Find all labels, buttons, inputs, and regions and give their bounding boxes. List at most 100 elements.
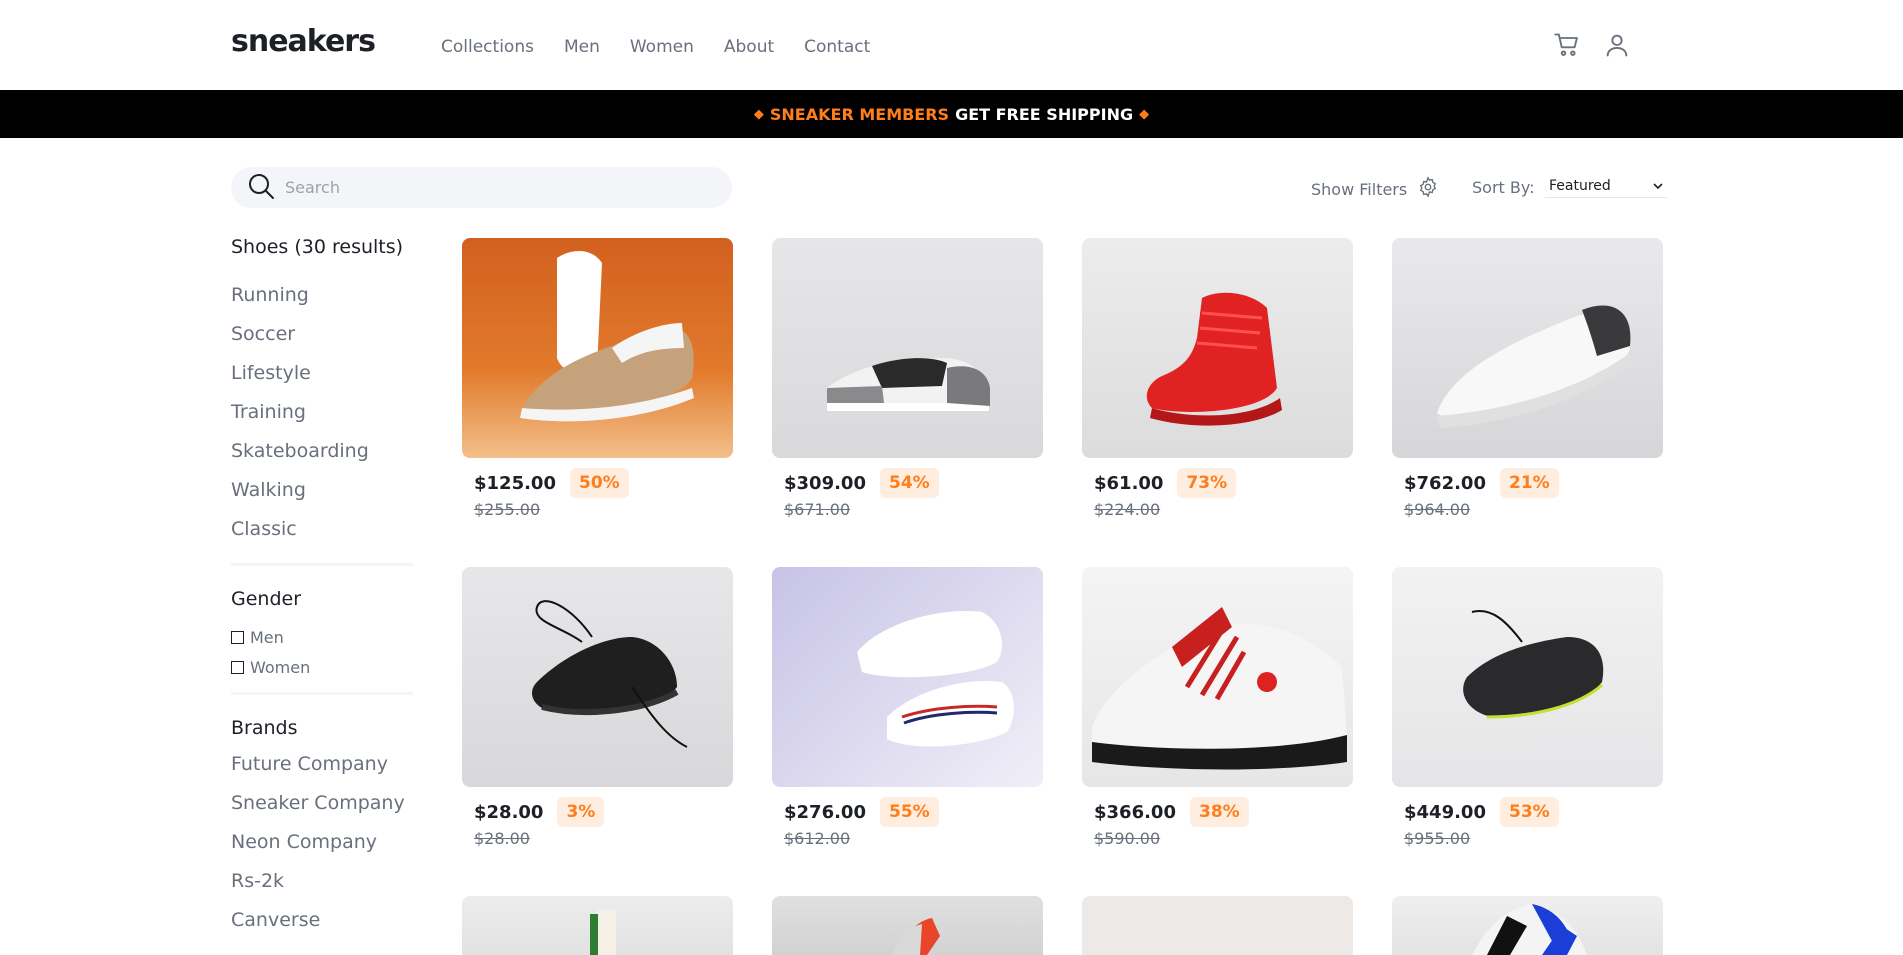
old-price: $255.00 xyxy=(474,500,541,519)
product-image[interactable] xyxy=(1082,238,1353,458)
checkbox-box[interactable] xyxy=(231,660,244,674)
product-image[interactable] xyxy=(772,896,1043,955)
divider xyxy=(231,563,413,566)
diamond-icon: ◆ xyxy=(1139,106,1150,122)
category-soccer[interactable]: Soccer xyxy=(231,323,413,362)
search-icon xyxy=(247,172,275,204)
brands-title: Brands xyxy=(231,717,298,739)
discount-badge: 21% xyxy=(1499,468,1559,498)
category-training[interactable]: Training xyxy=(231,401,413,440)
banner-highlight: SNEAKER MEMBERS xyxy=(769,104,950,124)
divider xyxy=(231,692,413,695)
product-price: $125.00 xyxy=(474,472,556,494)
product-card[interactable]: $125.00 50% $255.00 xyxy=(462,238,733,519)
gender-men-checkbox[interactable]: Men xyxy=(231,622,413,652)
category-walking[interactable]: Walking xyxy=(231,479,413,518)
old-price: $964.00 xyxy=(1404,500,1471,519)
discount-badge: 53% xyxy=(1499,797,1559,827)
search-bar[interactable] xyxy=(231,167,732,208)
product-image[interactable] xyxy=(462,567,733,787)
product-price: $28.00 xyxy=(474,801,544,823)
category-list: Running Soccer Lifestyle Training Skateb… xyxy=(231,284,413,557)
nav-men[interactable]: Men xyxy=(564,37,600,57)
discount-badge: 55% xyxy=(879,797,939,827)
discount-badge: 38% xyxy=(1189,797,1249,827)
brand-neon-company[interactable]: Neon Company xyxy=(231,831,413,870)
old-price: $612.00 xyxy=(784,829,851,848)
product-card[interactable] xyxy=(1082,896,1353,955)
user-icon[interactable] xyxy=(1603,31,1631,59)
cart-icon[interactable] xyxy=(1553,31,1581,59)
old-price: $590.00 xyxy=(1094,829,1161,848)
sidebar: Shoes (30 results) Running Soccer Lifest… xyxy=(231,236,413,948)
gender-women-label: Women xyxy=(250,657,311,677)
show-filters-label: Show Filters xyxy=(1311,179,1408,199)
banner-text: GET FREE SHIPPING xyxy=(955,104,1134,124)
discount-badge: 3% xyxy=(557,797,605,827)
product-image[interactable] xyxy=(1392,896,1663,955)
promo-banner: ◆ SNEAKER MEMBERS GET FREE SHIPPING ◆ xyxy=(0,90,1903,138)
discount-badge: 54% xyxy=(879,468,939,498)
nav-collections[interactable]: Collections xyxy=(441,37,534,57)
checkbox-box[interactable] xyxy=(231,630,244,644)
gender-women-checkbox[interactable]: Women xyxy=(231,652,413,682)
brand-rs-2k[interactable]: Rs-2k xyxy=(231,870,413,909)
product-card[interactable]: $61.00 73% $224.00 xyxy=(1082,238,1353,519)
discount-badge: 50% xyxy=(569,468,629,498)
gender-title: Gender xyxy=(231,588,302,610)
product-image[interactable] xyxy=(462,896,733,955)
results-title: Shoes (30 results) xyxy=(231,236,404,258)
brand-canverse[interactable]: Canverse xyxy=(231,909,413,948)
brand-future-company[interactable]: Future Company xyxy=(231,753,413,792)
show-filters-button[interactable]: Show Filters xyxy=(1311,176,1439,202)
old-price: $671.00 xyxy=(784,500,851,519)
product-card[interactable]: $28.00 3% $28.00 xyxy=(462,567,733,848)
gender-men-label: Men xyxy=(250,627,284,647)
product-image[interactable] xyxy=(772,238,1043,458)
nav-about[interactable]: About xyxy=(724,37,774,57)
product-card[interactable]: $762.00 21% $964.00 xyxy=(1392,238,1663,519)
nav-women[interactable]: Women xyxy=(630,37,694,57)
product-card[interactable] xyxy=(462,896,733,955)
product-price: $762.00 xyxy=(1404,472,1486,494)
old-price: $224.00 xyxy=(1094,500,1161,519)
product-image[interactable] xyxy=(1392,238,1663,458)
product-image[interactable] xyxy=(1082,896,1353,955)
product-image[interactable] xyxy=(462,238,733,458)
category-classic[interactable]: Classic xyxy=(231,518,413,557)
product-price: $366.00 xyxy=(1094,801,1176,823)
product-price: $276.00 xyxy=(784,801,866,823)
product-image[interactable] xyxy=(772,567,1043,787)
product-price: $449.00 xyxy=(1404,801,1486,823)
main-nav: Collections Men Women About Contact xyxy=(441,37,870,57)
diamond-icon: ◆ xyxy=(753,106,764,122)
logo[interactable]: sneakers xyxy=(231,24,376,59)
sort-select[interactable]: Featured xyxy=(1545,174,1667,198)
category-skateboarding[interactable]: Skateboarding xyxy=(231,440,413,479)
product-card[interactable]: $276.00 55% $612.00 xyxy=(772,567,1043,848)
product-card[interactable]: $366.00 38% $590.00 xyxy=(1082,567,1353,848)
product-price: $61.00 xyxy=(1094,472,1164,494)
old-price: $28.00 xyxy=(474,829,530,848)
search-input[interactable] xyxy=(285,178,705,197)
header-icons xyxy=(1553,31,1631,59)
product-card[interactable]: $309.00 54% $671.00 xyxy=(772,238,1043,519)
discount-badge: 73% xyxy=(1177,468,1237,498)
sort-value: Featured xyxy=(1549,177,1611,194)
nav-contact[interactable]: Contact xyxy=(804,37,870,57)
product-price: $309.00 xyxy=(784,472,866,494)
site-header: sneakers Collections Men Women About Con… xyxy=(0,0,1903,90)
product-card[interactable] xyxy=(772,896,1043,955)
gear-icon xyxy=(1417,176,1439,202)
chevron-down-icon xyxy=(1653,178,1663,194)
product-card[interactable]: $449.00 53% $955.00 xyxy=(1392,567,1663,848)
product-image[interactable] xyxy=(1392,567,1663,787)
sort-label: Sort By: xyxy=(1472,178,1535,197)
category-lifestyle[interactable]: Lifestyle xyxy=(231,362,413,401)
brand-list: Future Company Sneaker Company Neon Comp… xyxy=(231,753,413,948)
product-image[interactable] xyxy=(1082,567,1353,787)
old-price: $955.00 xyxy=(1404,829,1471,848)
brand-sneaker-company[interactable]: Sneaker Company xyxy=(231,792,413,831)
category-running[interactable]: Running xyxy=(231,284,413,323)
product-card[interactable] xyxy=(1392,896,1663,955)
